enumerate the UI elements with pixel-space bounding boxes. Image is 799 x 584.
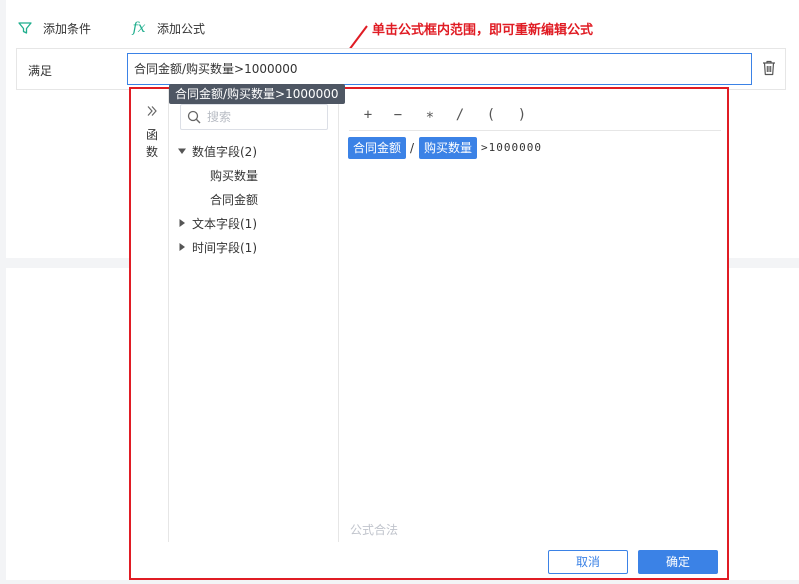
tree-item-label: 购买数量 xyxy=(210,168,259,183)
function-rail-label-line1: 函 xyxy=(145,128,158,142)
confirm-button[interactable]: 确定 xyxy=(638,550,718,574)
add-condition-button[interactable]: 添加条件 xyxy=(17,20,91,36)
condition-label: 满足 xyxy=(28,64,53,78)
tree-group-time[interactable]: 时间字段(1) xyxy=(178,238,257,256)
formula-input[interactable]: 合同金额/购买数量>1000000 xyxy=(127,53,752,85)
divide-operator-button[interactable]: / xyxy=(451,105,469,125)
caret-right-icon xyxy=(178,219,186,227)
tree-item-label: 合同金额 xyxy=(210,192,259,207)
operator-bar: + − ∗ / ( ) xyxy=(349,103,721,131)
field-panel: 数值字段(2) 购买数量 合同金额 文本字段(1) 时间字段(1) xyxy=(169,89,339,542)
annotation-text: 单击公式框内范围，即可重新编辑公式 xyxy=(372,23,594,38)
formula-status: 公式合法 xyxy=(350,523,399,537)
field-search-input[interactable] xyxy=(207,108,322,126)
add-condition-label: 添加条件 xyxy=(43,21,92,36)
function-rail[interactable]: 函 数 xyxy=(131,89,169,542)
add-formula-label: 添加公式 xyxy=(157,21,206,36)
tree-group-text[interactable]: 文本字段(1) xyxy=(178,214,257,232)
right-paren-button[interactable]: ) xyxy=(513,105,531,125)
search-icon xyxy=(187,110,201,127)
plus-operator-button[interactable]: + xyxy=(359,105,377,125)
left-paren-button[interactable]: ( xyxy=(482,105,500,125)
tree-group-label: 数值字段(2) xyxy=(192,144,257,159)
formula-tail: >1000000 xyxy=(481,141,542,154)
function-rail-label-line2: 数 xyxy=(145,145,158,159)
cancel-button[interactable]: 取消 xyxy=(548,550,628,574)
tree-group-label: 文本字段(1) xyxy=(192,216,257,231)
dialog-footer: 取消 确定 xyxy=(131,542,727,580)
condition-row: 满足 合同金额/购买数量>1000000 xyxy=(16,48,786,90)
tree-item-contract-amount[interactable]: 合同金额 xyxy=(210,190,258,208)
tree-group-label: 时间字段(1) xyxy=(192,240,257,255)
formula-tooltip: 合同金额/购买数量>1000000 xyxy=(169,84,345,104)
multiply-operator-button[interactable]: ∗ xyxy=(421,105,439,125)
caret-down-icon xyxy=(178,147,186,155)
field-search-box[interactable] xyxy=(180,104,328,130)
formula-editor-area[interactable]: + − ∗ / ( ) 合同金额 / 购买数量 >1000000 公式合法 xyxy=(339,89,721,542)
filter-icon xyxy=(17,20,33,36)
tree-item-quantity[interactable]: 购买数量 xyxy=(210,166,258,184)
tree-group-numeric[interactable]: 数值字段(2) xyxy=(178,142,257,160)
formula-token-contract-amount[interactable]: 合同金额 xyxy=(348,137,407,159)
delete-icon[interactable] xyxy=(762,60,778,78)
formula-operator-divide: / xyxy=(410,141,415,155)
double-chevron-right-icon[interactable] xyxy=(146,105,158,120)
caret-right-icon xyxy=(178,243,186,251)
minus-operator-button[interactable]: − xyxy=(389,105,407,125)
function-rail-label: 函 数 xyxy=(145,127,159,161)
formula-editor-popup: 函 数 数值字段(2) 购买数量 合同金额 xyxy=(129,87,729,580)
formula-token-quantity[interactable]: 购买数量 xyxy=(419,137,478,159)
formula-icon: fx xyxy=(132,20,146,36)
add-formula-button[interactable]: fx 添加公式 xyxy=(131,20,205,36)
